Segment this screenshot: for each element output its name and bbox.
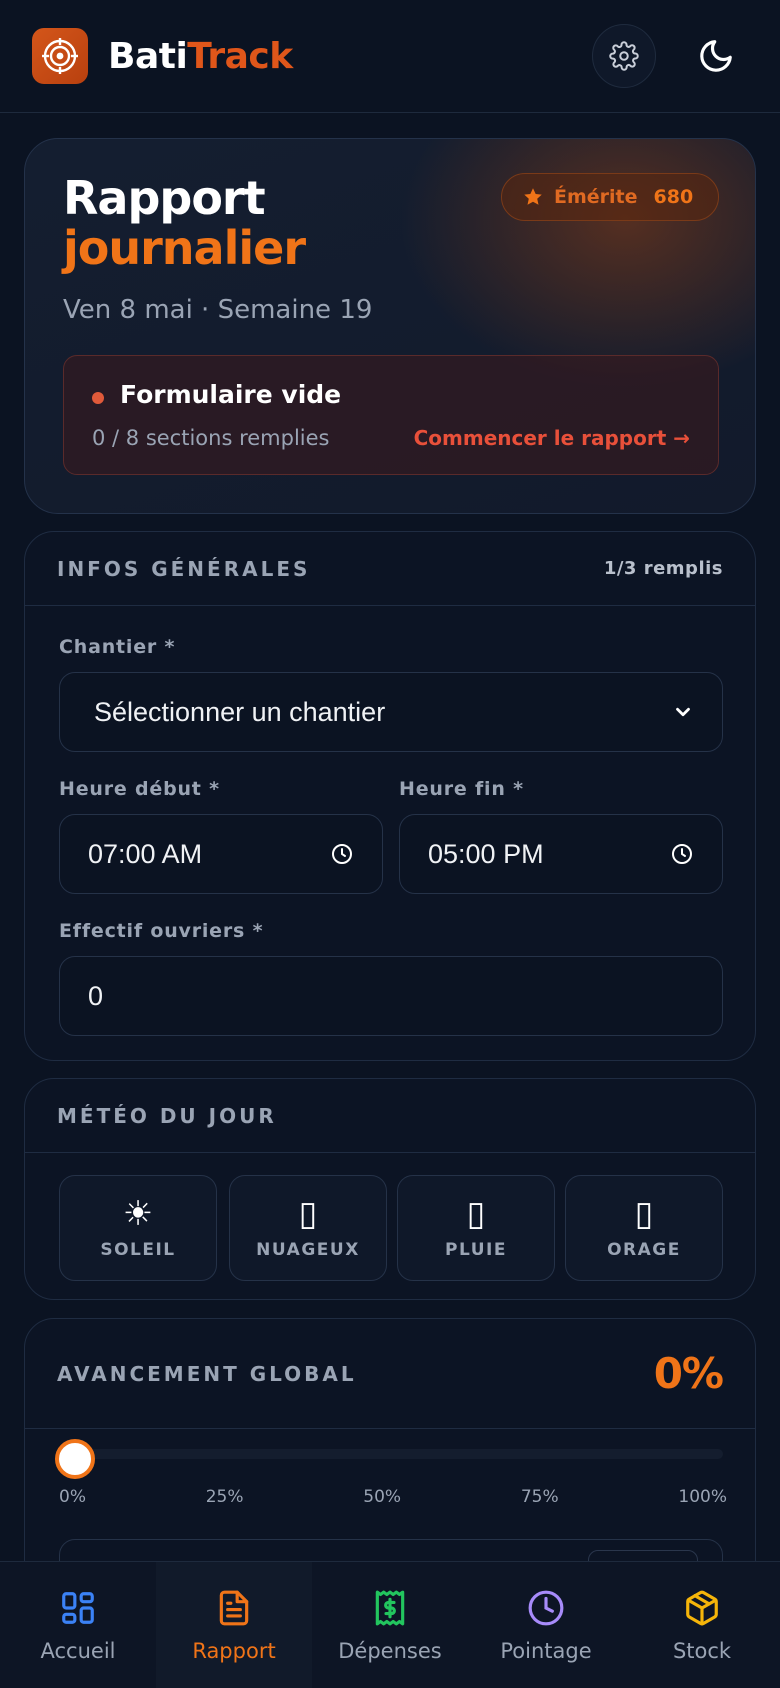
- clock-icon: [528, 1590, 564, 1625]
- chevron-down-icon: [672, 701, 694, 723]
- section-label: INFOS GÉNÉRALES: [57, 556, 311, 581]
- nav-depenses[interactable]: Dépenses: [312, 1562, 468, 1688]
- nav-label: Stock: [672, 1638, 732, 1663]
- tick-label: 25%: [205, 1487, 244, 1507]
- tick-label: 0%: [59, 1487, 86, 1507]
- nav-label: Pointage: [500, 1638, 592, 1663]
- cloud-icon: ▯: [298, 1194, 318, 1234]
- weather-label: NUAGEUX: [256, 1240, 360, 1260]
- chantier-label: Chantier *: [59, 636, 176, 658]
- chantier-value: Sélectionner un chantier: [94, 696, 386, 727]
- start-time-input[interactable]: 07:00 AM: [59, 814, 383, 894]
- logo-target-icon[interactable]: [32, 28, 88, 84]
- weather-label: SOLEIL: [100, 1240, 176, 1260]
- clock-icon[interactable]: [670, 842, 694, 866]
- section-label: AVANCEMENT GLOBAL: [57, 1361, 357, 1386]
- start-time-label: Heure début *: [59, 778, 220, 800]
- brand-part2: Track: [187, 35, 293, 77]
- nav-accueil[interactable]: Accueil: [0, 1562, 156, 1688]
- weather-option-nuageux[interactable]: ▯ NUAGEUX: [229, 1175, 387, 1281]
- chantier-select[interactable]: Sélectionner un chantier: [59, 672, 723, 752]
- end-time-input[interactable]: 05:00 PM: [399, 814, 723, 894]
- page-title: Rapport journalier: [63, 171, 306, 275]
- settings-button[interactable]: [592, 24, 656, 88]
- start-report-link[interactable]: Commencer le rapport →: [414, 426, 690, 450]
- nav-label: Rapport: [192, 1638, 276, 1663]
- form-status-box: Formulaire vide 0 / 8 sections remplies …: [63, 355, 719, 475]
- progress-slider-track[interactable]: [59, 1449, 723, 1459]
- status-dot: [92, 392, 104, 404]
- tick-label: 75%: [520, 1487, 559, 1507]
- brand-name: BatiTrack: [108, 36, 293, 77]
- bottom-nav: Accueil Rapport Dépenses Pointage Stock: [0, 1561, 780, 1688]
- tick-label: 50%: [363, 1487, 402, 1507]
- end-time-label: Heure fin *: [399, 778, 524, 800]
- date-subtitle: Ven 8 mai · Semaine 19: [63, 295, 373, 325]
- weather-option-pluie[interactable]: ▯ PLUIE: [397, 1175, 555, 1281]
- star-icon: [524, 188, 542, 205]
- level-badge[interactable]: Émérite 680: [501, 173, 719, 221]
- nav-pointage[interactable]: Pointage: [468, 1562, 624, 1688]
- weather-label: PLUIE: [445, 1240, 507, 1260]
- receipt-dollar-icon: [375, 1590, 405, 1625]
- daily-report-hero: Rapport journalier Ven 8 mai · Semaine 1…: [24, 138, 756, 514]
- tick-label: 100%: [678, 1487, 727, 1507]
- weather-label: ORAGE: [607, 1240, 681, 1260]
- title-line2: journalier: [63, 221, 306, 275]
- sections-count: 0 / 8 sections remplies: [92, 426, 330, 450]
- workers-input[interactable]: 0: [59, 956, 723, 1036]
- weather-option-soleil[interactable]: ☀ SOLEIL: [59, 1175, 217, 1281]
- document-icon: [219, 1590, 249, 1625]
- box-icon: [686, 1590, 718, 1625]
- start-time-value: 07:00 AM: [88, 838, 203, 869]
- general-info-card: INFOS GÉNÉRALES 1/3 remplis Chantier * S…: [24, 531, 756, 1061]
- clock-icon[interactable]: [330, 842, 354, 866]
- moon-icon: [700, 40, 732, 72]
- section-label: MÉTÉO DU JOUR: [57, 1103, 277, 1128]
- progress-value: 0%: [653, 1349, 724, 1398]
- rain-icon: ▯: [466, 1194, 486, 1234]
- app-header: BatiTrack: [0, 0, 780, 113]
- workers-value: 0: [88, 980, 104, 1011]
- level-label: Émérite: [554, 186, 638, 208]
- nav-stock[interactable]: Stock: [624, 1562, 780, 1688]
- status-title: Formulaire vide: [120, 380, 342, 409]
- nav-label: Accueil: [40, 1638, 116, 1663]
- grid-icon: [62, 1591, 94, 1624]
- brand-part1: Bati: [108, 35, 188, 77]
- workers-label: Effectif ouvriers *: [59, 920, 264, 942]
- storm-icon: ▯: [634, 1194, 654, 1234]
- weather-card: MÉTÉO DU JOUR ☀ SOLEIL ▯ NUAGEUX ▯ PLUIE…: [24, 1078, 756, 1300]
- weather-option-orage[interactable]: ▯ ORAGE: [565, 1175, 723, 1281]
- filled-count: 1/3 remplis: [603, 558, 723, 579]
- sun-icon: ☀: [122, 1194, 154, 1234]
- title-line1: Rapport: [63, 171, 266, 225]
- theme-toggle-button[interactable]: [684, 24, 748, 88]
- slider-ticks: 0% 25% 50% 75% 100%: [59, 1487, 727, 1507]
- nav-rapport[interactable]: Rapport: [156, 1562, 312, 1688]
- nav-label: Dépenses: [338, 1638, 442, 1663]
- gear-icon: [609, 41, 639, 71]
- level-points: 680: [653, 186, 694, 208]
- end-time-value: 05:00 PM: [428, 838, 544, 869]
- progress-slider-thumb[interactable]: [55, 1439, 95, 1479]
